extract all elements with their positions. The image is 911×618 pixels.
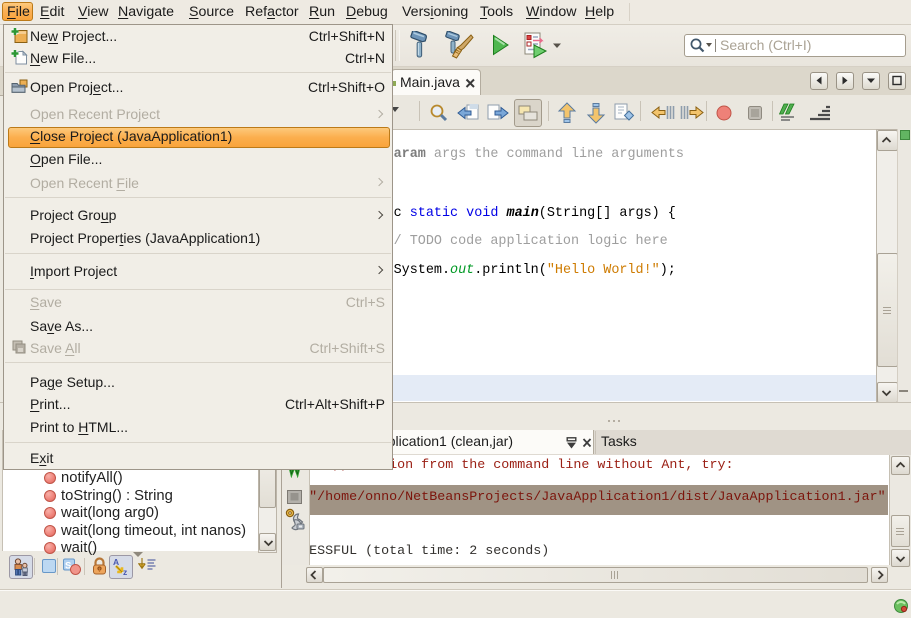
svg-text:A: A (113, 557, 119, 567)
svg-text:z: z (123, 567, 127, 576)
